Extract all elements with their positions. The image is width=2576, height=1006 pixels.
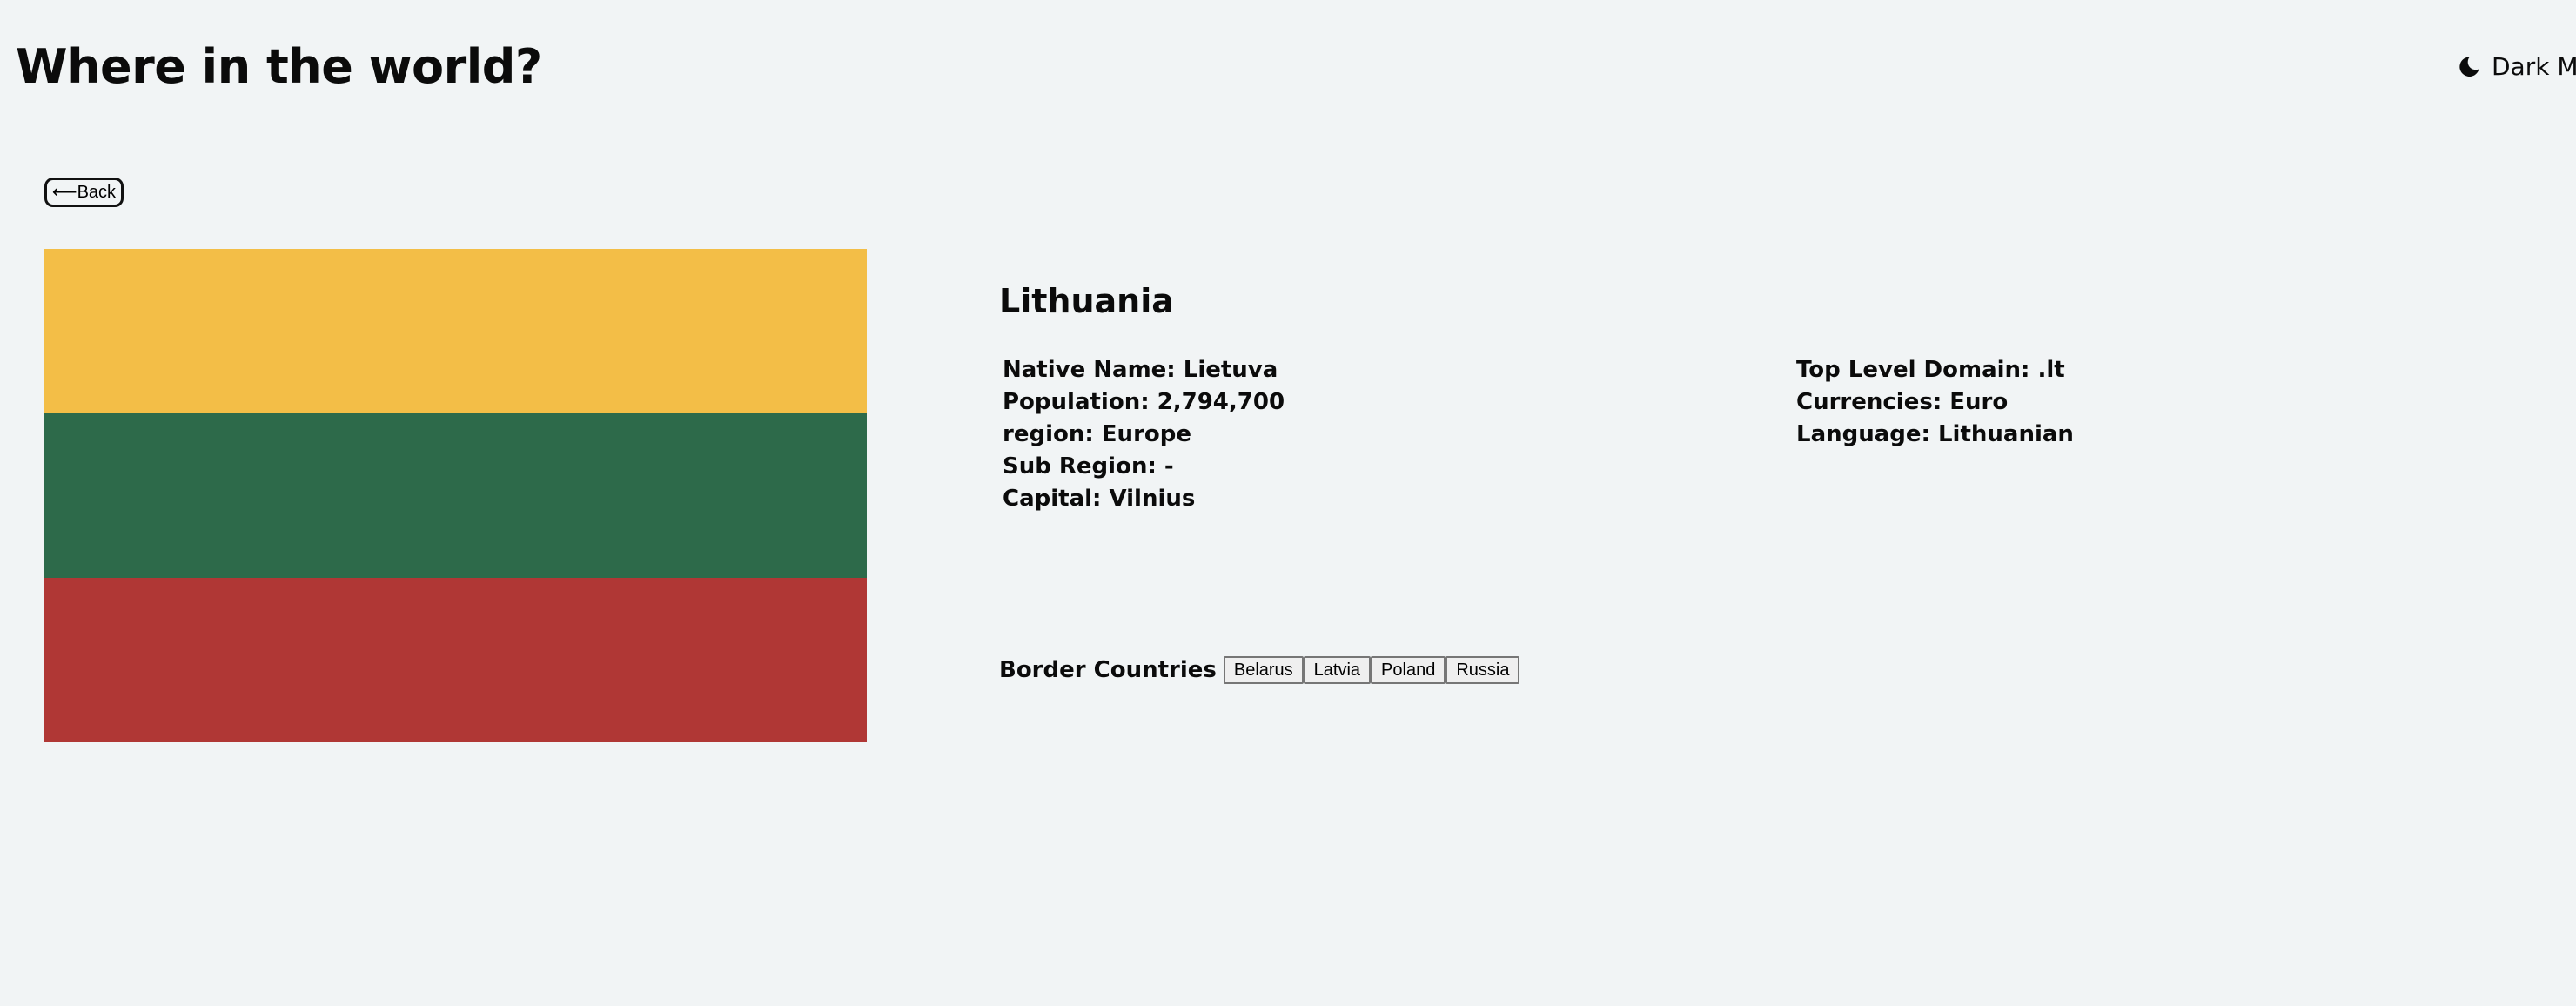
country-flag (44, 249, 867, 742)
border-country-belarus[interactable]: Belarus (1223, 656, 1304, 684)
native-name: Native Name: Lietuva (1003, 357, 1278, 383)
region: region: Europe (1003, 421, 1192, 447)
flag-band-red (44, 578, 867, 742)
border-country-poland[interactable]: Poland (1371, 656, 1446, 684)
country-name: Lithuania (999, 282, 1174, 320)
border-countries-label: Border Countries (999, 657, 1217, 683)
border-country-latvia[interactable]: Latvia (1303, 656, 1372, 684)
country-details-secondary: Top Level Domain: .lt Currencies: Euro L… (1796, 354, 2074, 451)
moon-icon (2459, 56, 2479, 77)
dark-mode-toggle[interactable]: Dark Mode (2458, 49, 2576, 84)
dark-mode-label: Dark Mode (2492, 51, 2576, 81)
languages: Language: Lithuanian (1796, 421, 2074, 447)
border-country-russia[interactable]: Russia (1446, 656, 1520, 684)
site-title: Where in the world? (16, 39, 542, 94)
site-header: Where in the world? Dark Mode (0, 0, 2576, 134)
top-level-domain: Top Level Domain: .lt (1796, 357, 2065, 383)
capital: Capital: Vilnius (1003, 486, 1196, 512)
country-details-primary: Native Name: Lietuva Population: 2,794,7… (1003, 354, 1285, 515)
currencies: Currencies: Euro (1796, 389, 2009, 415)
flag-band-green (44, 413, 867, 578)
sub-region: Sub Region: - (1003, 453, 1174, 480)
border-countries: Border Countries Belarus Latvia Poland R… (999, 651, 1520, 689)
back-button[interactable]: ⟵Back (44, 178, 124, 207)
population: Population: 2,794,700 (1003, 389, 1285, 415)
flag-band-yellow (44, 249, 867, 413)
